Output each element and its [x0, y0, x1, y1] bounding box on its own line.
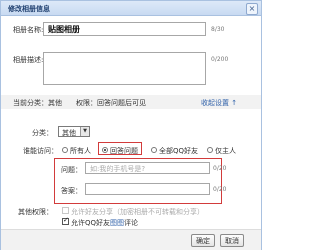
- current-category-text: 当前分类：其他: [13, 99, 62, 107]
- answer-count: 0/20: [213, 186, 227, 193]
- radio-owner-only[interactable]: [207, 147, 213, 153]
- question-placeholder: 如:我的手机号是?: [90, 165, 146, 173]
- close-icon[interactable]: ×: [246, 3, 258, 15]
- album-desc-textarea[interactable]: [43, 52, 206, 85]
- category-select[interactable]: 其他 ▼: [58, 126, 90, 137]
- allow-comment-label: 允许QQ好友图图评论: [71, 218, 138, 228]
- access-label: 谁能访问：: [23, 147, 58, 155]
- dialog-title: 修改相册信息: [8, 5, 50, 13]
- radio-all-qq-friends-label: 全部QQ好友: [159, 147, 199, 155]
- other-permissions-label: 其他权限：: [18, 208, 53, 216]
- radio-answer-question-label: 回答问题: [110, 147, 138, 155]
- dialog-footer: 确定 取消: [1, 229, 261, 250]
- allow-share-label: 允许好友分享（加密相册不可转载和分享）: [71, 208, 204, 216]
- edit-album-dialog: 修改相册信息 × 相册名称: 贴图相册 8/30 相册描述: 0/200 当前分…: [0, 0, 262, 250]
- collapse-settings-label: 收起设置: [201, 99, 229, 107]
- album-name-label: 相册名称:: [13, 26, 44, 34]
- question-count: 0/20: [213, 165, 227, 172]
- collapse-arrow-icon: ↑: [231, 99, 238, 107]
- album-name-input[interactable]: 贴图相册: [43, 22, 206, 36]
- ok-button[interactable]: 确定: [191, 234, 215, 247]
- album-name-count: 8/30: [211, 26, 225, 33]
- answer-input[interactable]: [85, 183, 210, 195]
- current-settings-bar: 当前分类：其他 权限：回答问题后可见 收起设置 ↑: [1, 95, 261, 109]
- question-input[interactable]: 如:我的手机号是?: [85, 162, 210, 174]
- album-name-value: 贴图相册: [48, 25, 80, 34]
- radio-all-qq-friends[interactable]: [151, 147, 157, 153]
- dialog-titlebar: 修改相册信息 ×: [1, 1, 261, 16]
- radio-owner-only-label: 仅主人: [215, 147, 236, 155]
- allow-comment-checkbox[interactable]: [62, 216, 69, 225]
- radio-answer-question[interactable]: [102, 147, 108, 153]
- current-permission-text: 权限：回答问题后可见: [76, 99, 146, 107]
- collapse-settings-link[interactable]: 收起设置 ↑: [201, 98, 237, 108]
- allow-comment-prefix: 允许QQ好友: [71, 219, 111, 227]
- radio-everyone-label: 所有人: [70, 147, 91, 155]
- album-desc-count: 0/200: [211, 56, 229, 63]
- category-label: 分类：: [32, 129, 53, 137]
- answer-label: 答案：: [61, 187, 82, 195]
- allow-comment-suffix: 评论: [124, 219, 139, 227]
- cancel-button[interactable]: 取消: [220, 234, 244, 247]
- question-label: 问题：: [61, 166, 82, 174]
- album-desc-label: 相册描述:: [13, 56, 44, 64]
- tutu-link[interactable]: 图图: [110, 219, 124, 227]
- chevron-down-icon: ▼: [80, 127, 89, 136]
- category-selected-value: 其他: [62, 129, 76, 137]
- radio-everyone[interactable]: [62, 147, 68, 153]
- allow-share-checkbox[interactable]: [62, 207, 69, 214]
